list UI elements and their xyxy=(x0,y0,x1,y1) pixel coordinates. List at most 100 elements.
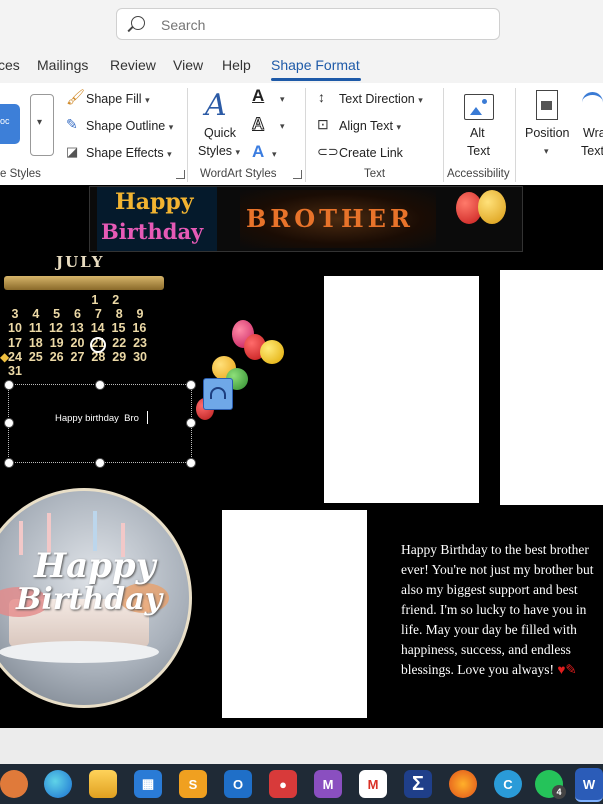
tab-references[interactable]: ces xyxy=(0,57,20,73)
start-icon[interactable] xyxy=(0,770,28,798)
quick-styles-icon: A xyxy=(205,88,227,123)
outlook-icon[interactable]: O xyxy=(224,770,252,798)
c-app-icon[interactable]: C xyxy=(494,770,522,798)
status-bar xyxy=(0,728,603,764)
position-dropdown[interactable]: ▾ xyxy=(544,146,549,157)
banner-brother-text: BROTHER xyxy=(246,204,414,233)
position-icon[interactable] xyxy=(536,90,558,120)
file-explorer-icon[interactable] xyxy=(89,770,117,798)
ms-app-icon[interactable]: M xyxy=(314,770,342,798)
text-effects-icon[interactable]: A xyxy=(252,142,264,162)
text-direction-icon: ↕ xyxy=(318,89,325,105)
group-label-wordart: WordArt Styles xyxy=(200,168,277,180)
tab-shape-format[interactable]: Shape Format xyxy=(271,57,360,73)
store-icon[interactable]: ▦ xyxy=(134,770,162,798)
tab-help[interactable]: Help xyxy=(222,57,251,73)
photo-placeholder-2[interactable] xyxy=(500,270,603,505)
alt-text-label-2[interactable]: Text xyxy=(467,144,490,158)
cake-birthday-text: Birthday xyxy=(16,582,163,617)
shape-effects-label: Shape Effects xyxy=(86,146,164,160)
shape-outline-label: Shape Outline xyxy=(86,119,166,133)
calendar-month: JULY xyxy=(56,253,105,271)
text-fill-icon[interactable]: A xyxy=(252,86,264,106)
sigma-app-icon[interactable]: Σ xyxy=(404,770,432,798)
heart-pen-emoji: ♥✎ xyxy=(557,662,577,677)
layout-options-icon[interactable] xyxy=(203,378,233,410)
search-icon xyxy=(131,16,145,30)
create-link-button[interactable]: Create Link xyxy=(339,146,403,160)
photo-placeholder-1[interactable] xyxy=(324,276,479,503)
word-icon-label: W xyxy=(582,776,596,792)
calendar-week-5: 24 25 26 27 28 29 30 xyxy=(8,350,148,364)
text-direction-button[interactable]: Text Direction ▾ xyxy=(339,92,423,106)
resize-handle-se[interactable] xyxy=(186,458,196,468)
wordart-launcher[interactable] xyxy=(293,170,302,179)
text-outline-dropdown[interactable]: ▾ xyxy=(280,121,285,132)
resize-handle-e[interactable] xyxy=(186,418,196,428)
calendar-week-3: 10 11 12 13 14 15 16 xyxy=(8,321,147,335)
quick-styles-label-2: Styles xyxy=(198,144,233,158)
alt-text-icon[interactable] xyxy=(464,94,494,120)
resize-handle-w[interactable] xyxy=(4,418,14,428)
yellow-balloon-icon-2 xyxy=(260,340,284,364)
text-effects-dropdown[interactable]: ▾ xyxy=(272,149,277,160)
resize-handle-nw[interactable] xyxy=(4,380,14,390)
whatsapp-badge: 4 xyxy=(552,785,566,799)
banner-happy-birthday-art: Happy Birthday xyxy=(97,187,217,251)
search-box[interactable] xyxy=(116,8,500,40)
style-gallery-thumb[interactable]: oc xyxy=(0,104,20,144)
tab-review[interactable]: Review xyxy=(110,57,156,73)
shape-fill-icon: 🖌 xyxy=(66,89,86,106)
shape-styles-launcher[interactable] xyxy=(176,170,185,179)
alt-text-label-1[interactable]: Alt xyxy=(470,126,485,140)
text-fill-dropdown[interactable]: ▾ xyxy=(280,94,285,105)
wrap-text-label-2[interactable]: Text xyxy=(581,144,603,158)
rotate-handle-icon[interactable] xyxy=(90,337,106,353)
calendar-week-2: 3 4 5 6 7 8 9 xyxy=(8,307,144,321)
tab-mailings[interactable]: Mailings xyxy=(37,57,88,73)
shape-outline-button[interactable]: Shape Outline ▾ xyxy=(86,119,173,133)
firefox-icon[interactable] xyxy=(449,770,477,798)
active-tab-indicator xyxy=(271,78,361,81)
tab-view[interactable]: View xyxy=(173,57,203,73)
whatsapp-icon[interactable]: 4 xyxy=(535,770,566,799)
word-icon[interactable]: W xyxy=(575,768,603,802)
ribbon-separator xyxy=(515,88,516,182)
resize-handle-n[interactable] xyxy=(95,380,105,390)
recorder-icon[interactable]: ● xyxy=(269,770,297,798)
cake-happy-text: Happy xyxy=(34,546,156,586)
ribbon-separator xyxy=(443,88,444,182)
quick-styles-label-1[interactable]: Quick xyxy=(204,126,236,140)
resize-handle-s[interactable] xyxy=(95,458,105,468)
ribbon-separator xyxy=(305,88,306,182)
resize-handle-ne[interactable] xyxy=(186,380,196,390)
quick-styles-button[interactable]: Styles ▾ xyxy=(198,144,240,158)
edge-icon[interactable] xyxy=(44,770,72,798)
group-label-text: Text xyxy=(364,168,386,180)
wrap-text-icon[interactable] xyxy=(582,92,603,118)
resize-handle-sw[interactable] xyxy=(4,458,14,468)
calendar-weekday-bar xyxy=(4,276,164,290)
shape-fill-button[interactable]: Shape Fill ▾ xyxy=(86,92,150,106)
banner-birthday-text: Birthday xyxy=(101,219,204,244)
shape-fill-label: Shape Fill xyxy=(86,92,142,106)
calendar-week-4: 17 18 19 20 21 22 23 xyxy=(8,336,148,350)
position-button[interactable]: Position xyxy=(525,126,569,140)
greeting-text: Happy Birthday to the best brother ever!… xyxy=(401,542,594,677)
shape-effects-button[interactable]: Shape Effects ▾ xyxy=(86,146,172,160)
textbox-text[interactable]: Happy birthday Bro xyxy=(55,413,139,424)
greeting-text-box[interactable]: Happy Birthday to the best brother ever!… xyxy=(401,540,603,680)
text-outline-icon[interactable]: A xyxy=(251,114,264,134)
text-direction-label: Text Direction xyxy=(339,92,415,106)
gallery-more-button[interactable]: ▾ xyxy=(30,94,54,156)
yellow-balloon-icon xyxy=(478,190,506,224)
gmail-icon[interactable]: M xyxy=(359,770,387,798)
align-text-button[interactable]: Align Text ▾ xyxy=(339,119,401,133)
link-icon: ⊂⊃ xyxy=(317,144,339,159)
photo-placeholder-3[interactable] xyxy=(222,510,367,718)
wrap-text-label-1[interactable]: Wra xyxy=(583,126,603,140)
app-s-icon[interactable]: S xyxy=(179,770,207,798)
search-input[interactable] xyxy=(159,14,483,36)
text-cursor xyxy=(147,411,148,424)
calendar-week-1: 1 2 xyxy=(8,293,120,307)
